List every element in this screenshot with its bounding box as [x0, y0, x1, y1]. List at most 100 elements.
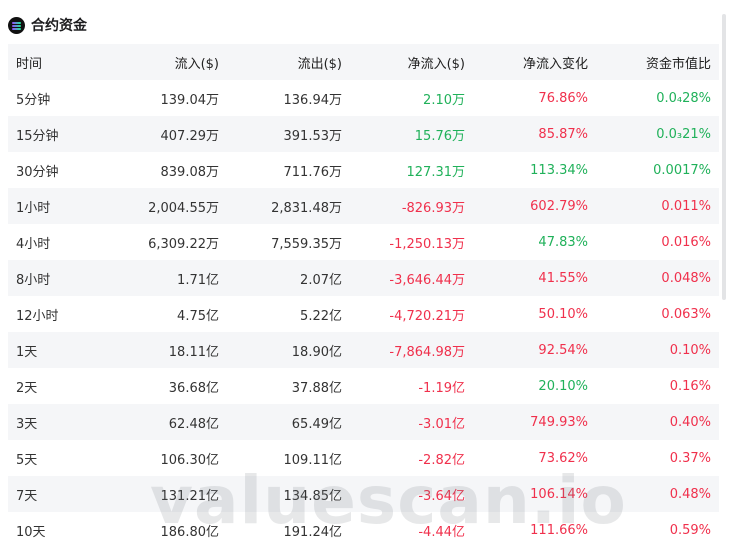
table-row: 7天 131.21亿 134.85亿 -3.64亿 106.14% 0.48%: [8, 476, 719, 512]
cell-net-inflow: -4.44亿: [418, 524, 465, 540]
cell-net-inflow: -826.93万: [401, 200, 465, 216]
cell-outflow: 7,559.35万: [271, 236, 342, 252]
cell-cap-ratio: 0.10%: [669, 342, 711, 358]
table-row: 5分钟 139.04万 136.94万 2.10万 76.86% 0.0₄28%: [8, 80, 719, 116]
cell-net-change: 85.87%: [538, 126, 588, 142]
cell-outflow: 109.11亿: [283, 452, 343, 468]
cell-cap-ratio: 0.063%: [661, 306, 711, 322]
cell-net-change: 50.10%: [538, 306, 588, 322]
cell-outflow: 65.49亿: [291, 416, 342, 432]
cell-outflow: 136.94万: [283, 92, 343, 108]
cell-net-change: 106.14%: [530, 486, 588, 502]
cell-time: 12小时: [16, 308, 59, 324]
column-header-inflow: 流入($): [174, 56, 219, 72]
cell-inflow: 4.75亿: [177, 308, 219, 324]
table-row: 5天 106.30亿 109.11亿 -2.82亿 73.62% 0.37%: [8, 440, 719, 476]
cell-net-change: 602.79%: [530, 198, 588, 214]
cell-cap-ratio: 0.016%: [661, 234, 711, 250]
cell-outflow: 191.24亿: [283, 524, 343, 540]
table-row: 4小时 6,309.22万 7,559.35万 -1,250.13万 47.83% 0.0…: [8, 224, 719, 260]
cell-cap-ratio: 0.37%: [669, 450, 711, 466]
column-header-net-inflow: 净流入($): [407, 56, 465, 72]
table-row: 1天 18.11亿 18.90亿 -7,864.98万 92.54% 0.10%: [8, 332, 719, 368]
cell-net-inflow: -2.82亿: [418, 452, 465, 468]
cell-net-change: 73.62%: [538, 450, 588, 466]
cell-inflow: 18.11亿: [168, 344, 219, 360]
cell-net-inflow: 127.31万: [406, 164, 466, 180]
cell-inflow: 106.30亿: [160, 452, 220, 468]
cell-inflow: 6,309.22万: [148, 236, 219, 252]
cell-net-change: 749.93%: [530, 414, 588, 430]
cell-cap-ratio: 0.011%: [661, 198, 711, 214]
cell-inflow: 839.08万: [160, 164, 220, 180]
cell-inflow: 131.21亿: [160, 488, 220, 504]
column-header-cap-ratio: 资金市值比: [645, 56, 711, 72]
cell-net-inflow: 2.10万: [423, 92, 465, 108]
fund-flow-table-container: 时间 流入($) 流出($) 净流入($) 净流入变化 资金市值比 5分钟 139…: [8, 44, 719, 554]
solana-icon: [8, 16, 25, 34]
section-title: 合约资金: [31, 18, 87, 34]
cell-outflow: 18.90亿: [291, 344, 342, 360]
cell-time: 7天: [16, 488, 38, 504]
cell-net-inflow: -7,864.98万: [389, 344, 465, 360]
cell-outflow: 5.22亿: [300, 308, 342, 324]
cell-cap-ratio: 0.40%: [669, 414, 711, 430]
cell-inflow: 186.80亿: [160, 524, 220, 540]
column-header-net-change: 净流入变化: [522, 56, 588, 72]
cell-net-inflow: -3,646.44万: [389, 272, 465, 288]
table-row: 2天 36.68亿 37.88亿 -1.19亿 20.10% 0.16%: [8, 368, 719, 404]
cell-cap-ratio: 0.0₄28%: [656, 90, 711, 106]
cell-net-inflow: -3.64亿: [418, 488, 465, 504]
cell-cap-ratio: 0.0₃21%: [656, 126, 711, 142]
cell-cap-ratio: 0.59%: [669, 522, 711, 538]
cell-outflow: 391.53万: [283, 128, 343, 144]
cell-cap-ratio: 0.48%: [669, 486, 711, 502]
cell-net-inflow: -3.01亿: [418, 416, 465, 432]
cell-outflow: 37.88亿: [291, 380, 342, 396]
cell-inflow: 2,004.55万: [148, 200, 219, 216]
cell-outflow: 134.85亿: [283, 488, 343, 504]
cell-outflow: 2.07亿: [300, 272, 342, 288]
cell-time: 5分钟: [16, 92, 51, 108]
cell-time: 5天: [16, 452, 38, 468]
cell-cap-ratio: 0.16%: [669, 378, 711, 394]
cell-outflow: 2,831.48万: [271, 200, 342, 216]
table-row: 30分钟 839.08万 711.76万 127.31万 113.34% 0.0017%: [8, 152, 719, 188]
cell-time: 3天: [16, 416, 38, 432]
cell-time: 30分钟: [16, 164, 59, 180]
scrollbar[interactable]: [722, 14, 726, 300]
fund-flow-table: 时间 流入($) 流出($) 净流入($) 净流入变化 资金市值比 5分钟 139…: [8, 44, 719, 548]
table-row: 10天 186.80亿 191.24亿 -4.44亿 111.66% 0.59%: [8, 512, 719, 548]
cell-time: 1天: [16, 344, 38, 360]
column-header-outflow: 流出($): [297, 56, 342, 72]
cell-net-inflow: 15.76万: [414, 128, 465, 144]
cell-inflow: 407.29万: [160, 128, 220, 144]
cell-net-change: 47.83%: [538, 234, 588, 250]
cell-time: 4小时: [16, 236, 51, 252]
cell-net-change: 92.54%: [538, 342, 588, 358]
section-header: 合约资金: [8, 14, 87, 36]
cell-time: 1小时: [16, 200, 51, 216]
cell-inflow: 139.04万: [160, 92, 220, 108]
cell-time: 15分钟: [16, 128, 59, 144]
table-row: 8小时 1.71亿 2.07亿 -3,646.44万 41.55% 0.048%: [8, 260, 719, 296]
column-header-time: 时间: [16, 56, 43, 72]
cell-net-inflow: -1.19亿: [418, 380, 465, 396]
cell-net-change: 41.55%: [538, 270, 588, 286]
cell-outflow: 711.76万: [283, 164, 343, 180]
cell-time: 10天: [16, 524, 46, 540]
cell-inflow: 1.71亿: [177, 272, 219, 288]
table-row: 1小时 2,004.55万 2,831.48万 -826.93万 602.79% 0.01…: [8, 188, 719, 224]
cell-net-inflow: -4,720.21万: [389, 308, 465, 324]
table-header-row: 时间 流入($) 流出($) 净流入($) 净流入变化 资金市值比: [8, 44, 719, 80]
cell-net-change: 20.10%: [538, 378, 588, 394]
table-row: 12小时 4.75亿 5.22亿 -4,720.21万 50.10% 0.063%: [8, 296, 719, 332]
cell-inflow: 62.48亿: [168, 416, 219, 432]
table-row: 3天 62.48亿 65.49亿 -3.01亿 749.93% 0.40%: [8, 404, 719, 440]
table-row: 15分钟 407.29万 391.53万 15.76万 85.87% 0.0₃21%: [8, 116, 719, 152]
cell-cap-ratio: 0.048%: [661, 270, 711, 286]
cell-inflow: 36.68亿: [168, 380, 219, 396]
cell-net-change: 76.86%: [538, 90, 588, 106]
cell-net-change: 111.66%: [530, 522, 588, 538]
cell-cap-ratio: 0.0017%: [653, 162, 711, 178]
